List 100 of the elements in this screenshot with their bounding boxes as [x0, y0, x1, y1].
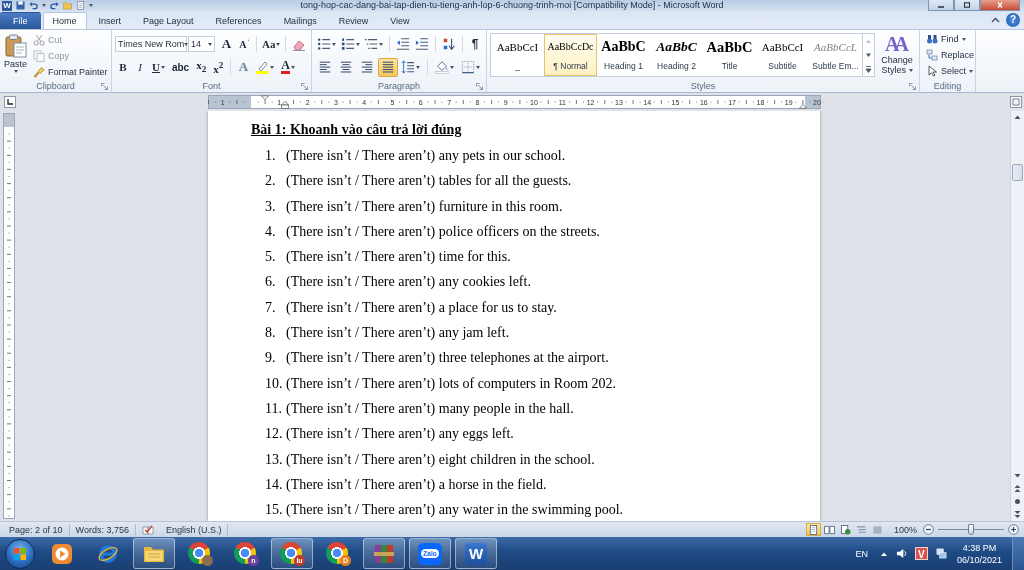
style-item[interactable]: AaBbC Heading 1: [597, 34, 650, 76]
app-icon[interactable]: W: [2, 0, 12, 11]
list-item-text: (There isn’t / There aren’t) any cookies left.: [286, 273, 531, 292]
group-label: Paragraph: [378, 80, 420, 92]
style-item[interactable]: AaBbC Heading 2: [650, 34, 703, 76]
chevron-up-icon[interactable]: [879, 550, 888, 557]
first-line-indent-icon[interactable]: [261, 95, 269, 101]
dialog-launcher-icon[interactable]: [909, 82, 916, 90]
start-button[interactable]: [5, 538, 35, 569]
file-menu-tab[interactable]: File: [0, 12, 41, 29]
paste-button[interactable]: Paste: [3, 32, 28, 80]
taskbar-button[interactable]: [133, 538, 175, 569]
browser-icon: [234, 541, 256, 564]
change-styles-button[interactable]: AA Change Styles: [878, 32, 916, 80]
dialog-launcher-icon[interactable]: [476, 82, 483, 90]
bulleted-list-icon: [316, 37, 331, 51]
word-count[interactable]: Words: 3,756: [69, 523, 136, 536]
view-button[interactable]: [805, 523, 821, 536]
right-indent-icon[interactable]: [799, 103, 807, 109]
book-check-icon[interactable]: [141, 523, 154, 536]
scrollbar-thumb[interactable]: [1012, 164, 1023, 181]
clock-time[interactable]: 4:38 PM: [962, 541, 997, 554]
font-family-dropdown[interactable]: Times New Rom: [115, 36, 187, 52]
zoom-out-icon[interactable]: [923, 524, 934, 535]
increase-indent-icon[interactable]: [415, 37, 429, 51]
underline-button[interactable]: U: [149, 57, 168, 77]
grow-font-button[interactable]: A: [218, 34, 236, 54]
style-preview: AaBbCcL: [814, 40, 857, 55]
caret-icon[interactable]: [89, 4, 93, 7]
style-item[interactable]: AaBbCcI _: [491, 34, 544, 76]
ribbon-tab[interactable]: View: [380, 12, 420, 29]
subscript-button[interactable]: x$_{2}$: [193, 57, 210, 77]
font-color-button[interactable]: A: [278, 57, 298, 77]
caret-icon: [908, 69, 913, 73]
open-book-icon: [823, 524, 835, 535]
ribbon-tab[interactable]: Review: [328, 12, 379, 29]
browser-icon: [326, 541, 348, 564]
speaker-icon[interactable]: [895, 548, 907, 559]
show-formatting-marks-button[interactable]: ¶: [467, 34, 483, 54]
superscript-button[interactable]: x$^{2}$: [210, 57, 227, 77]
help-button[interactable]: ?: [1006, 13, 1020, 27]
list-number: 12.: [265, 425, 284, 444]
page-icon: [807, 524, 819, 535]
style-item[interactable]: AaBbCcL Subtle Em...: [809, 34, 862, 76]
tab-selector-button[interactable]: [4, 96, 16, 108]
minimize-button[interactable]: [928, 0, 954, 11]
bold-button[interactable]: B: [115, 57, 131, 77]
font-size-dropdown[interactable]: 14: [188, 36, 215, 52]
ribbon-tab[interactable]: Home: [42, 12, 87, 29]
style-item[interactable]: AaBbC Title: [703, 34, 756, 76]
dialog-launcher-icon[interactable]: [101, 82, 108, 90]
zoom-level[interactable]: 100%: [893, 524, 917, 535]
caret-icon: [331, 42, 336, 46]
dialog-launcher-icon[interactable]: [301, 82, 308, 90]
change-case-button[interactable]: Aa: [261, 34, 281, 54]
select-button[interactable]: Select: [923, 63, 972, 79]
view-ruler-icon[interactable]: [1010, 96, 1022, 108]
clipboard-icon: [4, 34, 27, 58]
language-status[interactable]: English (U.S.): [159, 523, 229, 536]
align-lines-icon: [317, 60, 332, 74]
ribbon-tab[interactable]: References: [205, 12, 272, 29]
input-method-icon[interactable]: V: [914, 547, 928, 560]
decrease-indent-icon[interactable]: [396, 37, 410, 51]
style-item[interactable]: AaBbCcI Subtitle: [756, 34, 809, 76]
save-icon[interactable]: [16, 1, 25, 10]
replace-button[interactable]: Replace: [923, 47, 972, 63]
chevron-up-icon[interactable]: [991, 17, 1000, 23]
strikethrough-button[interactable]: abc: [168, 57, 193, 77]
find-button[interactable]: Find: [923, 31, 972, 47]
view-button[interactable]: [821, 523, 837, 536]
zoom-slider-thumb[interactable]: [968, 524, 974, 535]
format-painter-button[interactable]: Format Painter: [30, 64, 111, 80]
undo-icon[interactable]: [29, 1, 38, 10]
page-count[interactable]: Page: 2 of 10: [3, 523, 70, 536]
list-item-text: (There isn’t / There aren’t) tables for all the guests.: [286, 172, 572, 191]
replace-icon: [926, 49, 938, 61]
align-button[interactable]: [377, 57, 398, 77]
close-button[interactable]: [980, 0, 1020, 11]
draft-icon: [871, 524, 883, 535]
ribbon-tab[interactable]: Mailings: [273, 12, 327, 29]
clock-date[interactable]: 06/10/2021: [956, 553, 1002, 566]
shrink-font-button[interactable]: A: [236, 34, 253, 54]
zoom-in-icon[interactable]: [1008, 524, 1019, 535]
sort-icon[interactable]: [442, 37, 456, 51]
list-number: 10.: [265, 374, 284, 393]
redo-icon[interactable]: [50, 1, 59, 10]
network-icon[interactable]: [935, 548, 947, 559]
caret-icon[interactable]: [42, 4, 46, 7]
caret-icon: [276, 42, 281, 46]
ruler-margin: [209, 96, 251, 108]
maximize-button[interactable]: [954, 0, 980, 11]
italic-button[interactable]: I: [132, 57, 148, 77]
ribbon-tab[interactable]: Insert: [88, 12, 132, 29]
taskbar-button[interactable]: W: [455, 538, 497, 569]
hanging-indent-icon[interactable]: [281, 101, 289, 109]
page-icon[interactable]: [76, 1, 85, 10]
list-item-text: (There isn’t / There aren’t) three telephones at the airport.: [286, 349, 609, 368]
language-indicator[interactable]: EN: [855, 548, 868, 559]
style-item[interactable]: AaBbCcDc ¶ Normal: [544, 34, 597, 76]
ribbon-tab[interactable]: Page Layout: [133, 12, 204, 29]
